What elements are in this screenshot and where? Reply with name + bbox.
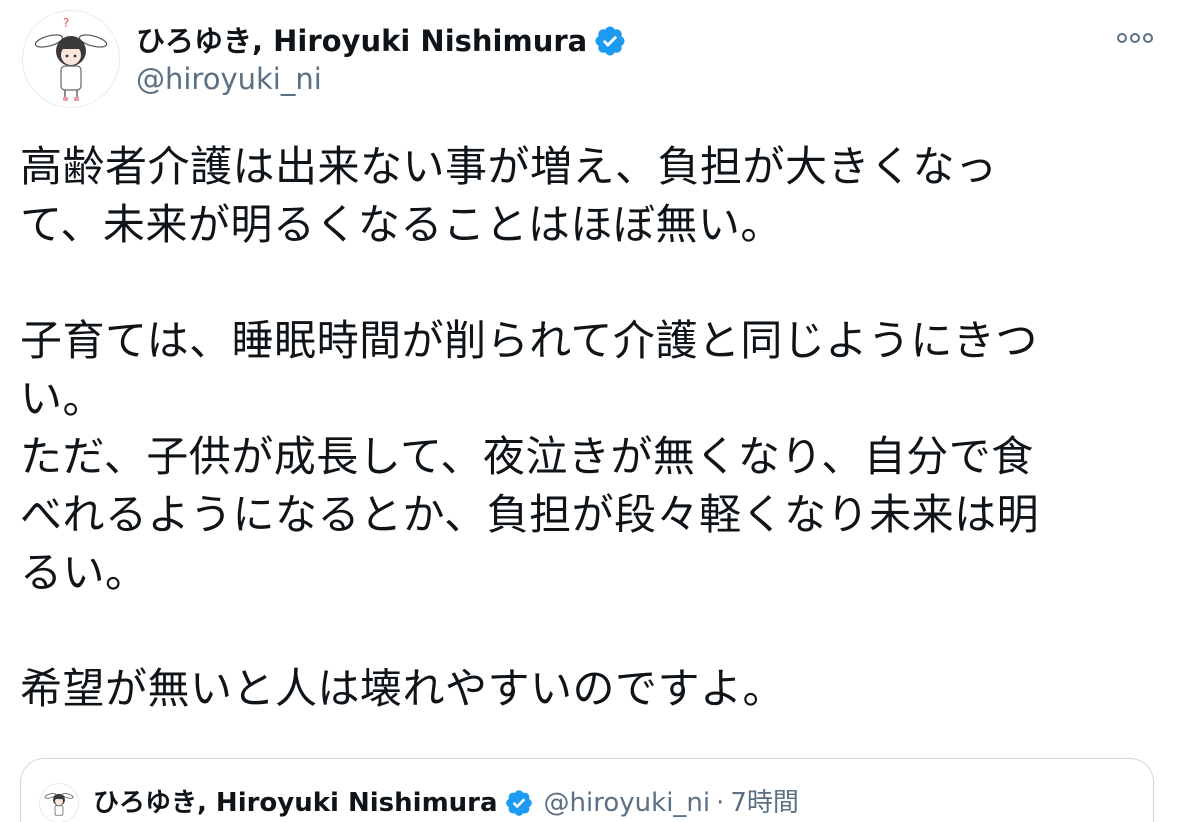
more-options-button[interactable] (1114, 26, 1156, 50)
avatar-illustration (40, 784, 78, 822)
avatar-illustration: ? (23, 11, 119, 107)
author-avatar[interactable]: ? (22, 10, 120, 108)
author-display-name[interactable]: ひろゆき, Hiroyuki Nishimura (136, 24, 627, 58)
tweet-paragraph-1: 高齢者介護は出来ない事が増え、負担が大きくなっ て、未来が明るくなることはほぼ無… (20, 142, 998, 249)
quoted-tweet-header: ひろゆき, Hiroyuki Nishimura @hiroyuki_ni · … (39, 783, 799, 822)
quoted-author-handle: @hiroyuki_ni (543, 788, 711, 818)
quoted-tweet-timestamp[interactable]: 7時間 (730, 786, 799, 820)
author-name-text: ひろゆき, Hiroyuki Nishimura (136, 24, 588, 58)
verified-badge-icon (505, 790, 532, 816)
tweet: ? ひろゆき, Hiroyuki Nishimura @hiroyuki_ni (0, 0, 1190, 822)
tweet-paragraph-2: 子育ては、睡眠時間が削られて介護と同じようにきつ い。 ただ、子供が成長して、夜… (20, 316, 1040, 597)
tweet-text: 高齢者介護は出来ない事が増え、負担が大きくなっ て、未来が明るくなることはほぼ無… (20, 138, 1160, 718)
tweet-paragraph-3: 希望が無いと人は壊れやすいのですよ。 (20, 664, 786, 713)
author-handle[interactable]: @hiroyuki_ni (136, 62, 322, 96)
separator-dot: · (716, 788, 725, 818)
svg-text:?: ? (63, 16, 69, 30)
quoted-author-name: ひろゆき, Hiroyuki Nishimura (93, 788, 498, 818)
verified-badge-icon (595, 26, 625, 56)
more-options-icon (1117, 33, 1153, 43)
quoted-tweet-card[interactable]: ひろゆき, Hiroyuki Nishimura @hiroyuki_ni · … (20, 758, 1154, 822)
quoted-author-avatar (39, 783, 79, 822)
